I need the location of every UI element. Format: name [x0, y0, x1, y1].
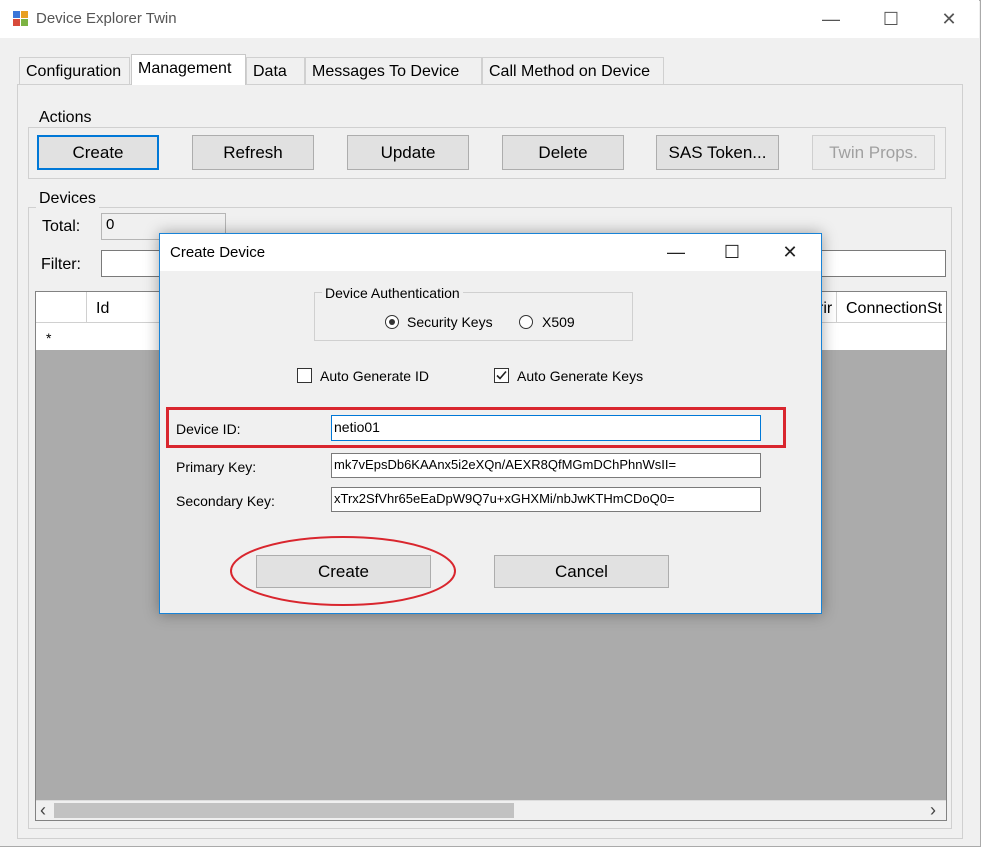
total-label: Total:	[42, 218, 81, 235]
column-header-connection-state[interactable]: ConnectionSt	[846, 300, 946, 318]
close-icon: ✕	[782, 242, 798, 262]
scrollbar-thumb[interactable]	[54, 803, 514, 818]
dialog-minimize-button[interactable]: —	[648, 236, 704, 269]
tab-call-method[interactable]: Call Method on Device	[482, 57, 664, 84]
maximize-icon: ☐	[882, 8, 900, 29]
auto-generate-keys-checkbox[interactable]	[494, 368, 509, 383]
dialog-maximize-button[interactable]: ☐	[704, 236, 760, 269]
tab-messages-to-device[interactable]: Messages To Device	[305, 57, 482, 84]
update-button[interactable]: Update	[347, 135, 469, 170]
dialog-cancel-button[interactable]: Cancel	[494, 555, 669, 588]
primary-key-label: Primary Key:	[176, 459, 257, 475]
filter-label: Filter:	[41, 256, 81, 273]
tab-management[interactable]: Management	[131, 54, 246, 85]
create-highlight-ellipse	[230, 536, 456, 606]
twin-props-button: Twin Props.	[812, 135, 935, 170]
x509-radio[interactable]	[519, 315, 533, 329]
auto-generate-id-label[interactable]: Auto Generate ID	[320, 368, 429, 384]
devices-group-label: Devices	[36, 190, 99, 208]
close-button[interactable]: ✕	[926, 4, 972, 34]
close-icon: ✕	[941, 8, 957, 29]
actions-group-label: Actions	[36, 109, 95, 127]
checkmark-icon	[496, 370, 507, 380]
device-id-highlight-box	[166, 407, 786, 448]
dialog-title: Create Device	[170, 244, 266, 261]
create-button[interactable]: Create	[37, 135, 159, 170]
maximize-icon: ☐	[723, 242, 741, 262]
security-keys-label[interactable]: Security Keys	[407, 314, 493, 330]
new-row-marker: *	[46, 330, 52, 346]
sas-token-button[interactable]: SAS Token...	[656, 135, 779, 170]
device-authentication-label: Device Authentication	[322, 285, 463, 301]
minimize-button[interactable]: —	[808, 4, 854, 34]
primary-key-input[interactable]: mk7vEpsDb6KAAnx5i2eXQn/AEXR8QfMGmDChPhnW…	[331, 453, 761, 478]
secondary-key-label: Secondary Key:	[176, 493, 275, 509]
scroll-right-icon[interactable]: ›	[930, 800, 936, 821]
minimize-icon: —	[822, 8, 840, 29]
delete-button[interactable]: Delete	[502, 135, 624, 170]
actions-group	[28, 127, 946, 179]
tab-configuration[interactable]: Configuration	[19, 57, 130, 84]
maximize-button[interactable]: ☐	[868, 4, 914, 34]
secondary-key-input[interactable]: xTrx2SfVhr65eEaDpW9Q7u+xGHXMi/nbJwKTHmCD…	[331, 487, 761, 512]
scroll-left-icon[interactable]: ‹	[40, 800, 46, 821]
column-header-id[interactable]: Id	[96, 300, 109, 318]
dialog-close-button[interactable]: ✕	[762, 236, 818, 269]
radio-selected-dot	[389, 319, 395, 325]
refresh-button[interactable]: Refresh	[192, 135, 314, 170]
app-icon	[12, 10, 29, 27]
window-title: Device Explorer Twin	[36, 10, 177, 27]
security-keys-radio[interactable]	[385, 315, 399, 329]
x509-label[interactable]: X509	[542, 314, 575, 330]
minimize-icon: —	[667, 242, 685, 262]
tab-data[interactable]: Data	[246, 57, 305, 84]
auto-generate-keys-label[interactable]: Auto Generate Keys	[517, 368, 643, 384]
auto-generate-id-checkbox[interactable]	[297, 368, 312, 383]
